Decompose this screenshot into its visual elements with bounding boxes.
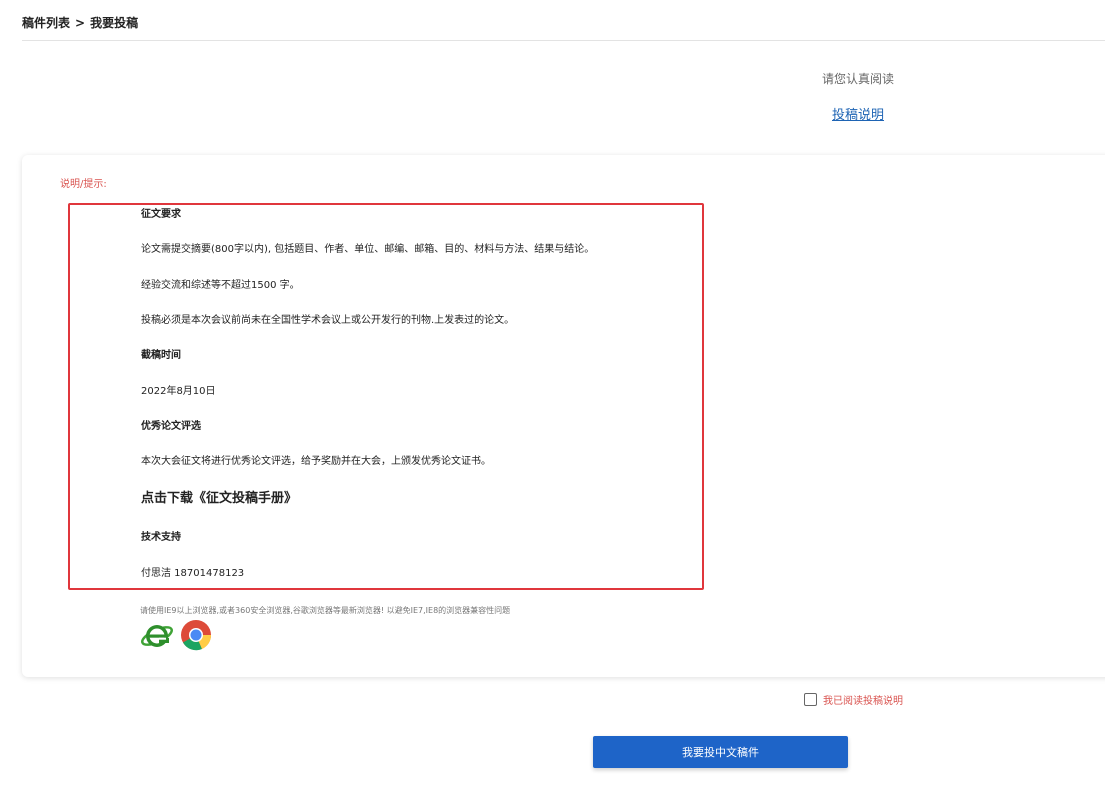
breadcrumb: 稿件列表 > 我要投稿: [22, 14, 138, 31]
read-hint: 请您认真阅读: [822, 72, 895, 86]
submission-guide-link[interactable]: 投稿说明: [832, 104, 884, 123]
breadcrumb-separator: >: [75, 16, 86, 30]
header-divider: [22, 40, 1105, 41]
download-handbook-link[interactable]: 点击下载《征文投稿手册》: [141, 487, 297, 506]
line-abstract: 论文需提交摘要(800字以内), 包括题目、作者、单位、邮编、邮箱、目的、材料与…: [141, 244, 595, 255]
heading-award: 优秀论文评选: [141, 421, 201, 432]
breadcrumb-current: 我要投稿: [90, 16, 139, 30]
agree-checkbox[interactable]: [804, 693, 817, 706]
ie-icon: [140, 618, 179, 647]
breadcrumb-parent-link[interactable]: 稿件列表: [22, 16, 70, 30]
line-award: 本次大会征文将进行优秀论文评选，给予奖励并在大会，上颁发优秀论文证书。: [141, 456, 491, 467]
chrome-icon: [179, 618, 213, 651]
submit-chinese-manuscript-button[interactable]: 我要投中文稿件: [593, 736, 848, 768]
agree-label[interactable]: 我已阅读投稿说明: [823, 692, 903, 707]
support-contact: 付思洁 18701478123: [141, 568, 245, 579]
heading-deadline: 截稿时间: [141, 350, 181, 361]
deadline-date: 2022年8月10日: [141, 386, 216, 397]
heading-support: 技术支持: [141, 532, 181, 543]
browser-icons: [140, 618, 213, 652]
agreement-row: 我已阅读投稿说明: [804, 692, 903, 707]
line-length: 经验交流和综述等不超过1500 字。: [141, 280, 300, 291]
browser-note: 请使用IE9以上浏览器,或者360安全浏览器,谷歌浏览器等最新浏览器! 以避免I…: [140, 606, 511, 615]
line-original: 投稿必须是本次会议前尚未在全国性学术会议上或公开发行的刊物.上发表过的论文。: [141, 315, 515, 326]
notice-panel: 说明/提示: 征文要求 论文需提交摘要(800字以内), 包括题目、作者、单位、…: [22, 155, 1105, 677]
notice-content-box: 征文要求 论文需提交摘要(800字以内), 包括题目、作者、单位、邮编、邮箱、目…: [68, 203, 704, 590]
heading-requirements: 征文要求: [141, 209, 181, 220]
notice-label: 说明/提示:: [60, 179, 107, 190]
